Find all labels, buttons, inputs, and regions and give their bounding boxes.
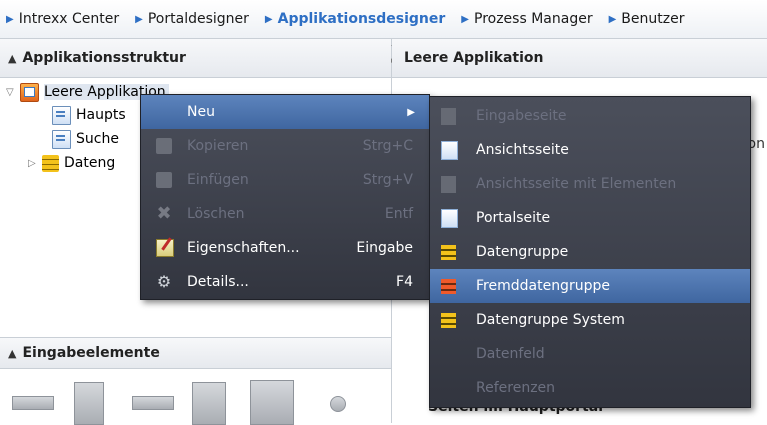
submenu-item-datafield[interactable]: Datenfeld [430,337,750,371]
menu-item-label: Ansichtsseite mit Elementen [476,176,677,192]
menu-item-label: Datengruppe [476,244,569,260]
page-icon [441,175,456,193]
context-menu: Neu ▶ Kopieren Strg+C Einfügen Strg+V ✖ … [140,94,430,300]
tree-item-page[interactable]: Suche [52,128,119,150]
detail-title: Leere Applikation [404,50,544,66]
detail-header: Leere Applikation [392,39,767,78]
menu-item-shortcut: Strg+V [362,172,413,188]
nav-arrow-icon: ▶ [461,13,469,25]
page-icon [441,140,458,160]
menu-item-label: Datengruppe System [476,312,625,328]
nav-arrow-icon: ▶ [6,13,14,25]
textarea-element-icon[interactable] [74,382,104,425]
menu-item-label: Einfügen [187,172,249,188]
copy-icon [156,138,172,154]
collapse-caret-icon[interactable]: ▲ [8,52,16,65]
nav-label: Intrexx Center [18,11,120,27]
nav-label: Applikationsdesigner [277,11,446,27]
menu-item-new[interactable]: Neu ▶ [141,95,429,129]
submenu-item-references[interactable]: Referenzen [430,371,750,405]
nav-applikationsdesigner[interactable]: ▶ Applikationsdesigner [265,11,445,27]
menu-item-label: Fremddatengruppe [476,278,610,294]
properties-icon [156,239,174,257]
application-icon [20,82,39,102]
application-structure-header[interactable]: ▲ Applikationsstruktur [0,39,391,78]
menu-item-details[interactable]: ⚙ Details... F4 [141,265,429,299]
page-icon [52,105,71,125]
top-navigation: ▶ Intrexx Center ▶ Portaldesigner ▶ Appl… [0,0,767,39]
expand-toggle-icon[interactable]: ▷ [28,158,42,169]
submenu-item-portal-page[interactable]: Portalseite [430,201,750,235]
menu-item-label: Ansichtsseite [476,142,569,158]
menu-item-shortcut: Strg+C [362,138,413,154]
menu-item-label: Neu [187,104,215,120]
menu-item-delete[interactable]: ✖ Löschen Entf [141,197,429,231]
menu-item-label: Eingabeseite [476,108,567,124]
menu-item-properties[interactable]: Eigenschaften... Eingabe [141,231,429,265]
submenu-item-datagroup[interactable]: Datengruppe [430,235,750,269]
nav-portaldesigner[interactable]: ▶ Portaldesigner [135,11,249,27]
panel-title: Applikationsstruktur [22,50,186,66]
nav-arrow-icon: ▶ [608,13,617,25]
tree-item-page[interactable]: Haupts [52,104,126,126]
input-elements-palette [0,374,391,425]
list-element-icon[interactable] [192,382,226,425]
nav-label: Portaldesigner [147,11,249,27]
nav-label: Benutzer [621,11,685,27]
nav-intrexx-center[interactable]: ▶ Intrexx Center [6,11,119,27]
datagroup-icon [42,154,59,172]
menu-item-copy[interactable]: Kopieren Strg+C [141,129,429,163]
menu-item-label: Eigenschaften... [187,240,300,256]
submenu-item-view-page[interactable]: Ansichtsseite [430,133,750,167]
menu-item-label: Kopieren [187,138,249,154]
submenu-item-input-page[interactable]: Eingabeseite [430,99,750,133]
radio-element-icon[interactable] [330,396,346,412]
details-icon: ⚙ [156,272,172,291]
nav-label: Prozess Manager [474,11,593,27]
nav-arrow-icon: ▶ [264,13,273,25]
page-icon [441,107,456,125]
nav-arrow-icon: ▶ [135,13,143,25]
submenu-item-view-page-elements[interactable]: Ansichtsseite mit Elementen [430,167,750,201]
paste-icon [156,172,172,188]
textfield-element-icon[interactable] [12,396,54,410]
section-title: Eingabeelemente [22,345,160,361]
table-element-icon[interactable] [250,380,294,425]
tree-item-label: Suche [76,131,119,147]
menu-item-shortcut: Eingabe [356,240,413,256]
nav-prozess-manager[interactable]: ▶ Prozess Manager [461,11,592,27]
menu-item-shortcut: F4 [396,274,413,290]
datagroup-icon [441,244,456,260]
menu-item-label: Datenfeld [476,346,545,362]
collapse-caret-icon[interactable]: ▲ [8,347,16,360]
menu-item-label: Referenzen [476,380,556,396]
menu-item-shortcut: Entf [384,206,413,222]
menu-item-paste[interactable]: Einfügen Strg+V [141,163,429,197]
new-submenu: Eingabeseite Ansichtsseite Ansichtsseite… [429,96,751,408]
tree-item-label: Haupts [76,107,126,123]
submenu-item-system-datagroup[interactable]: Datengruppe System [430,303,750,337]
input-elements-header[interactable]: ▲ Eingabeelemente [0,337,391,369]
submenu-arrow-icon: ▶ [407,106,415,118]
page-icon [441,208,458,228]
menu-item-label: Details... [187,274,249,290]
delete-icon: ✖ [156,203,172,224]
foreign-datagroup-icon [441,278,456,294]
expand-toggle-icon[interactable]: ▽ [6,87,20,98]
menu-item-label: Portalseite [476,210,551,226]
submenu-item-foreign-datagroup[interactable]: Fremddatengruppe [430,269,750,303]
tree-item-label: Dateng [64,155,116,171]
nav-benutzer[interactable]: ▶ Benutzer [609,11,685,27]
menu-item-label: Löschen [187,206,245,222]
page-icon [52,129,71,149]
dropdown-element-icon[interactable] [132,396,174,410]
datagroup-icon [441,312,456,328]
tree-item-datagroup[interactable]: ▷ Dateng [28,152,115,174]
